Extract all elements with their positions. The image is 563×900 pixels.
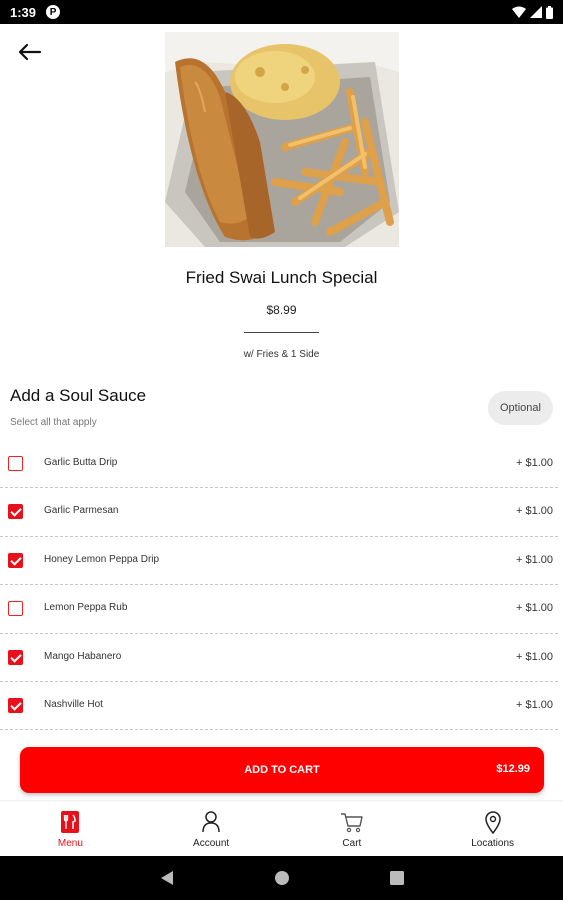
status-bar: 1:39 P xyxy=(0,0,563,24)
android-home-button[interactable] xyxy=(274,870,290,886)
option-row[interactable]: Garlic Butta Drip + $1.00 xyxy=(0,440,558,489)
arrow-left-icon xyxy=(18,43,42,61)
option-row[interactable]: Honey Lemon Peppa Drip + $1.00 xyxy=(0,537,558,586)
checkbox[interactable] xyxy=(8,504,23,520)
section-subtitle: Select all that apply xyxy=(10,417,97,428)
option-name: Lemon Peppa Rub xyxy=(44,602,128,614)
add-to-cart-label: ADD TO CART xyxy=(244,764,320,776)
option-name: Nashville Hot xyxy=(44,698,103,710)
wifi-icon xyxy=(512,6,526,18)
nav-label: Account xyxy=(193,838,230,849)
option-row[interactable]: Lemon Peppa Rub + $1.00 xyxy=(0,585,558,634)
bottom-navigation: Menu Account Cart Locations xyxy=(0,800,563,856)
nav-label: Menu xyxy=(57,838,83,849)
option-name: Honey Lemon Peppa Drip xyxy=(44,553,160,565)
option-price: + $1.00 xyxy=(515,698,553,711)
checkbox[interactable] xyxy=(8,601,23,617)
menu-fork-knife-icon xyxy=(58,810,82,834)
price-divider xyxy=(244,332,319,333)
nav-item-menu[interactable]: Menu xyxy=(0,801,141,857)
checkbox[interactable] xyxy=(8,552,23,568)
option-price: + $1.00 xyxy=(515,650,553,663)
option-row[interactable]: Nashville Hot + $1.00 xyxy=(0,682,558,731)
square-recents-icon xyxy=(389,871,404,885)
signal-icon xyxy=(530,6,542,18)
nav-item-cart[interactable]: Cart xyxy=(282,801,423,857)
option-price: + $1.00 xyxy=(515,553,553,566)
food-image xyxy=(165,32,399,247)
android-recents-button[interactable] xyxy=(389,871,404,885)
nav-item-account[interactable]: Account xyxy=(141,801,282,857)
option-name: Garlic Butta Drip xyxy=(44,457,118,468)
android-back-button[interactable] xyxy=(160,870,174,886)
cart-icon xyxy=(340,810,364,834)
item-description: w/ Fries & 1 Side xyxy=(243,349,320,360)
location-pin-icon xyxy=(481,810,505,834)
section-title: Add a Soul Sauce xyxy=(10,386,147,405)
android-system-nav xyxy=(0,856,563,900)
back-button[interactable] xyxy=(14,38,44,66)
nav-label: Locations xyxy=(471,838,515,849)
item-title: Fried Swai Lunch Special xyxy=(185,268,378,287)
nav-label: Cart xyxy=(342,838,362,849)
option-name: Mango Habanero xyxy=(44,650,122,662)
person-icon xyxy=(199,810,223,834)
triangle-back-icon xyxy=(160,871,173,885)
option-price: + $1.00 xyxy=(515,505,553,518)
option-name: Garlic Parmesan xyxy=(44,505,119,517)
parking-app-icon: P xyxy=(46,5,61,19)
optional-badge: Optional xyxy=(488,391,553,425)
checkbox[interactable] xyxy=(8,456,23,471)
battery-icon xyxy=(546,5,553,19)
checkbox[interactable] xyxy=(8,697,23,713)
status-time: 1:39 xyxy=(10,4,37,20)
option-price: + $1.00 xyxy=(515,602,553,615)
sauce-options-list: Garlic Butta Drip + $1.00 Garlic Parmesa… xyxy=(0,440,563,731)
option-price: + $1.00 xyxy=(515,457,553,469)
item-price: $8.99 xyxy=(266,303,297,317)
add-to-cart-button[interactable]: ADD TO CART $12.99 xyxy=(20,747,544,793)
cart-total: $12.99 xyxy=(496,763,530,775)
nav-item-locations[interactable]: Locations xyxy=(422,801,563,857)
option-row[interactable]: Garlic Parmesan + $1.00 xyxy=(0,488,558,537)
circle-home-icon xyxy=(274,871,289,885)
option-row[interactable]: Mango Habanero + $1.00 xyxy=(0,634,558,682)
checkbox[interactable] xyxy=(8,649,23,665)
